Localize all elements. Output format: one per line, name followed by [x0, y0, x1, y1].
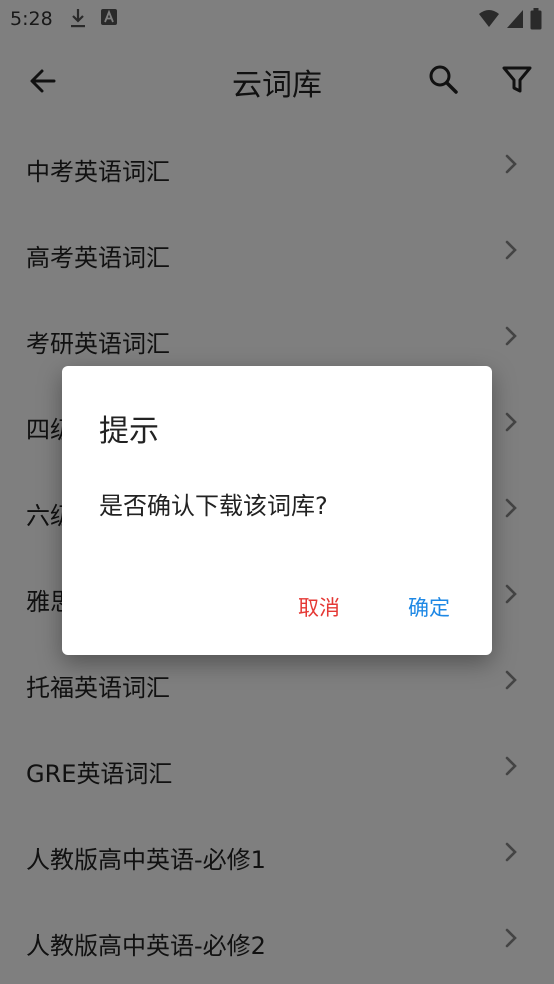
dialog-title: 提示 [99, 414, 159, 449]
dialog-message: 是否确认下载该词库? [99, 492, 328, 520]
cancel-button[interactable]: 取消 [298, 592, 340, 622]
confirm-dialog: 提示 是否确认下载该词库? 取消 确定 [62, 366, 492, 655]
confirm-button[interactable]: 确定 [408, 592, 450, 622]
